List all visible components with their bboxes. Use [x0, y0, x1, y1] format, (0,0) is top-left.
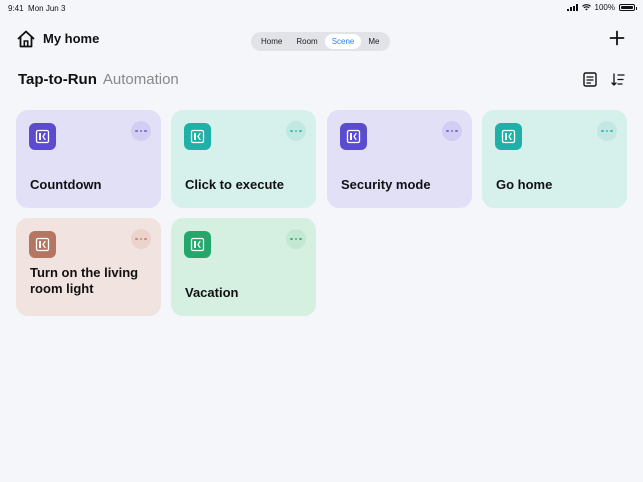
scene-title: Go home	[496, 177, 553, 192]
status-time-text: 9:41	[8, 4, 24, 13]
main-tabs: Home Room Scene Me	[251, 32, 390, 51]
scene-card[interactable]: Vacation	[171, 218, 316, 316]
more-icon[interactable]	[597, 121, 617, 141]
battery-icon	[619, 4, 637, 11]
scene-title: Security mode	[341, 177, 431, 192]
header: My home Home Room Scene Me	[0, 26, 643, 56]
scene-title: Countdown	[30, 177, 102, 192]
scene-glyph	[190, 129, 205, 144]
status-date: Mon Jun 3	[28, 4, 66, 13]
scene-title: Click to execute	[185, 177, 284, 192]
scene-glyph	[35, 129, 50, 144]
sort-icon[interactable]	[611, 72, 625, 87]
tab-room[interactable]: Room	[289, 34, 324, 49]
cellular-signal-icon	[566, 4, 578, 11]
scene-title: Turn on the living room light	[30, 265, 139, 296]
tab-automation[interactable]: Automation	[103, 71, 179, 88]
tab-home[interactable]: Home	[254, 34, 289, 49]
tab-tap-to-run[interactable]: Tap-to-Run	[18, 71, 97, 88]
scene-card[interactable]: Turn on the living room light	[16, 218, 161, 316]
plus-icon[interactable]	[609, 30, 625, 46]
section-header: Tap-to-Run Automation	[18, 71, 179, 91]
scene-card[interactable]: Countdown	[16, 110, 161, 208]
scene-icon	[340, 123, 367, 150]
more-icon[interactable]	[442, 121, 462, 141]
scene-title: Vacation	[185, 285, 239, 300]
scene-glyph	[35, 237, 50, 252]
scene-icon	[184, 123, 211, 150]
scene-icon	[495, 123, 522, 150]
scene-card[interactable]: Go home	[482, 110, 627, 208]
scene-card[interactable]: Security mode	[327, 110, 472, 208]
log-icon[interactable]	[583, 72, 597, 87]
tab-scene[interactable]: Scene	[324, 34, 362, 49]
scene-glyph	[346, 129, 361, 144]
home-title[interactable]: My home	[43, 31, 99, 46]
more-icon[interactable]	[131, 229, 151, 249]
wifi-icon	[581, 4, 591, 11]
status-time: 9:41 Mon Jun 3	[8, 4, 65, 13]
scene-glyph	[501, 129, 516, 144]
scene-glyph	[190, 237, 205, 252]
battery-percent: 100%	[594, 3, 615, 12]
scene-icon	[29, 123, 56, 150]
home-icon[interactable]	[16, 29, 36, 49]
scene-icon	[29, 231, 56, 258]
tab-me[interactable]: Me	[361, 34, 386, 49]
status-bar: 9:41 Mon Jun 3 100%	[0, 0, 643, 16]
scene-card[interactable]: Click to execute	[171, 110, 316, 208]
scene-icon	[184, 231, 211, 258]
more-icon[interactable]	[286, 229, 306, 249]
more-icon[interactable]	[286, 121, 306, 141]
status-indicators: 100%	[566, 3, 637, 12]
section-tools	[583, 72, 625, 87]
more-icon[interactable]	[131, 121, 151, 141]
